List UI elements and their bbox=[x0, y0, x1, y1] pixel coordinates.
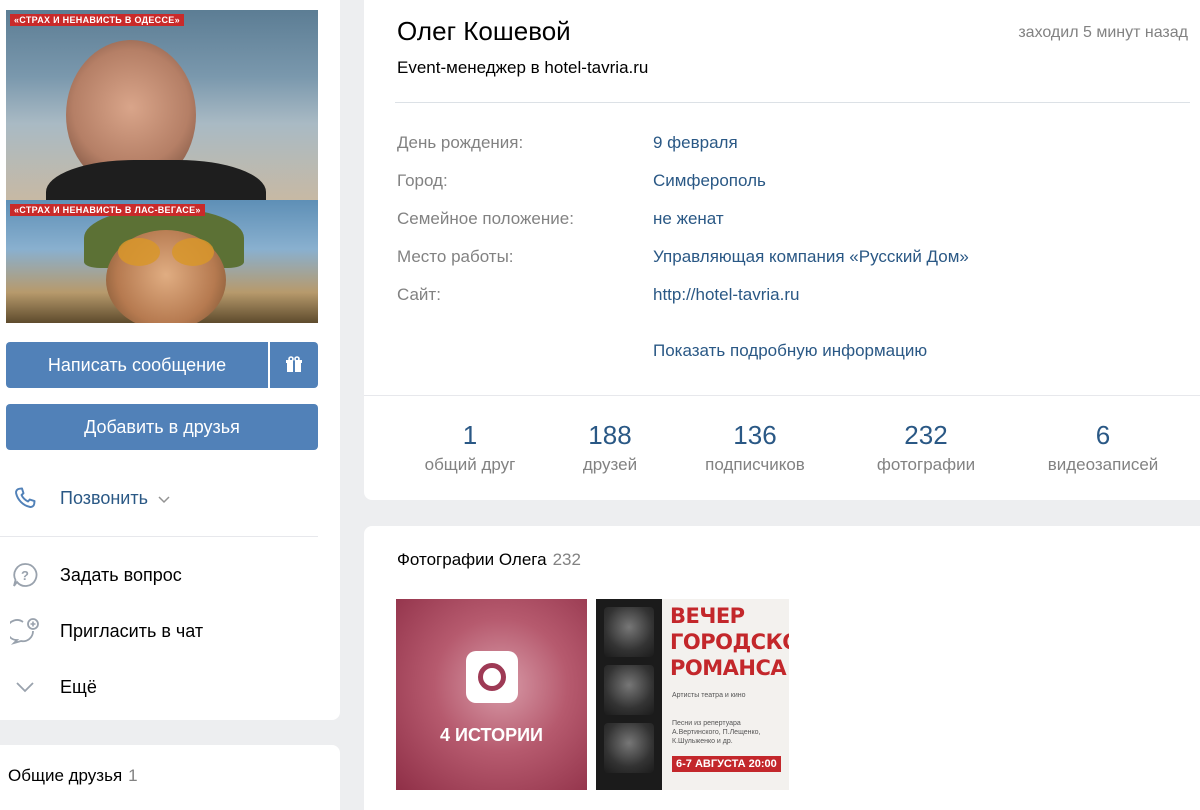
stat-label: подписчиков bbox=[705, 455, 805, 474]
poster-details: Песни из репертуара А.Вертинского, П.Лещ… bbox=[672, 720, 761, 745]
invite-to-chat-button[interactable]: Пригласить в чат bbox=[8, 617, 203, 645]
profile-name: Олег Кошевой bbox=[397, 16, 571, 46]
info-row-birthday: День рождения: 9 февраля bbox=[397, 133, 738, 153]
stat-value: 1 bbox=[462, 420, 478, 450]
call-button[interactable]: Позвонить bbox=[8, 484, 170, 512]
svg-text:?: ? bbox=[21, 568, 29, 583]
profile-status: Event-менеджер в hotel-tavria.ru bbox=[397, 58, 649, 77]
send-message-button[interactable]: Написать сообщение bbox=[6, 342, 268, 388]
chevron-down-icon bbox=[8, 673, 42, 701]
stat-value: 6 bbox=[1095, 420, 1111, 450]
info-label: Сайт: bbox=[397, 285, 441, 304]
more-actions-label: Ещё bbox=[60, 676, 97, 697]
avatar-photo-top bbox=[6, 10, 318, 240]
avatar-caption-bottom: «СТРАХ И НЕНАВИСТЬ В ЛАС-ВЕГАСЕ» bbox=[10, 204, 205, 216]
gift-icon bbox=[286, 356, 302, 372]
stories-label: 4 ИСТОРИИ bbox=[440, 725, 543, 745]
photos-count: 232 bbox=[552, 550, 581, 569]
phone-icon bbox=[8, 484, 42, 512]
show-more-info-link[interactable]: Показать подробную информацию bbox=[653, 341, 927, 361]
ask-question-label: Задать вопрос bbox=[60, 564, 182, 585]
stat-label: фотографии bbox=[876, 455, 976, 474]
workplace-link[interactable]: Управляющая компания «Русский Дом» bbox=[653, 247, 969, 267]
info-label: День рождения: bbox=[397, 133, 524, 152]
stat-label: общий друг bbox=[424, 455, 516, 474]
stat-videos[interactable]: 6 видеозаписей bbox=[1028, 420, 1178, 475]
sidebar-divider bbox=[0, 536, 318, 537]
poster-date: 6-7 АВГУСТА 20:00 bbox=[672, 756, 781, 772]
birthday-link[interactable]: 9 февраля bbox=[653, 133, 738, 153]
info-row-relationship: Семейное положение: не женат bbox=[397, 209, 724, 229]
call-label: Позвонить bbox=[60, 487, 148, 508]
info-label: Семейное положение: bbox=[397, 209, 574, 228]
photos-header[interactable]: Фотографии Олега 232 bbox=[397, 550, 581, 570]
chevron-down-icon bbox=[158, 488, 170, 509]
stat-common-friends[interactable]: 1 общий друг bbox=[410, 420, 530, 475]
stat-value: 232 bbox=[904, 420, 948, 450]
stats-divider bbox=[364, 395, 1200, 396]
info-row-work: Место работы: Управляющая компания «Русс… bbox=[397, 247, 969, 267]
poster-title: ВЕЧЕР ГОРОДСКОГО РОМАНСА bbox=[670, 604, 789, 680]
header-divider bbox=[395, 102, 1190, 103]
add-friend-button[interactable]: Добавить в друзья bbox=[6, 404, 318, 450]
stat-friends[interactable]: 188 друзей bbox=[565, 420, 655, 475]
poster-subtitle: Артисты театра и кино bbox=[672, 692, 746, 699]
chat-add-icon bbox=[8, 617, 42, 645]
photo-thumbnail[interactable]: ВЕЧЕР ГОРОДСКОГО РОМАНСА Артисты театра … bbox=[596, 599, 789, 790]
info-label: Город: bbox=[397, 171, 448, 190]
stories-tile[interactable]: 4 ИСТОРИИ bbox=[396, 599, 587, 790]
common-friends-title: Общие друзья bbox=[8, 766, 123, 785]
stat-value: 136 bbox=[733, 420, 777, 450]
stories-icon bbox=[466, 651, 518, 703]
last-seen-text: заходил 5 минут назад bbox=[1018, 24, 1188, 41]
info-label: Место работы: bbox=[397, 247, 514, 266]
profile-avatar[interactable]: «СТРАХ И НЕНАВИСТЬ В ОДЕССЕ» «СТРАХ И НЕ… bbox=[6, 10, 318, 323]
stat-followers[interactable]: 136 подписчиков bbox=[685, 420, 825, 475]
common-friends-count: 1 bbox=[128, 766, 138, 785]
gift-button[interactable] bbox=[270, 342, 318, 388]
ask-question-button[interactable]: ? Задать вопрос bbox=[8, 561, 182, 589]
stat-label: видеозаписей bbox=[1047, 455, 1159, 474]
info-row-site: Сайт: http://hotel-tavria.ru bbox=[397, 285, 799, 305]
stat-label: друзей bbox=[582, 455, 638, 474]
stat-value: 188 bbox=[588, 420, 632, 450]
photos-title: Фотографии Олега bbox=[397, 550, 547, 569]
poster-film-strip bbox=[596, 599, 662, 790]
info-row-city: Город: Симферополь bbox=[397, 171, 766, 191]
avatar-photo-bottom bbox=[6, 200, 318, 323]
relationship-link[interactable]: не женат bbox=[653, 209, 724, 229]
more-actions-button[interactable]: Ещё bbox=[8, 673, 97, 701]
website-link[interactable]: http://hotel-tavria.ru bbox=[653, 285, 799, 305]
avatar-caption-top: «СТРАХ И НЕНАВИСТЬ В ОДЕССЕ» bbox=[10, 14, 184, 26]
invite-to-chat-label: Пригласить в чат bbox=[60, 620, 204, 641]
stat-photos[interactable]: 232 фотографии bbox=[860, 420, 992, 475]
question-bubble-icon: ? bbox=[8, 561, 42, 589]
common-friends-header[interactable]: Общие друзья 1 bbox=[8, 766, 138, 786]
city-link[interactable]: Симферополь bbox=[653, 171, 766, 191]
